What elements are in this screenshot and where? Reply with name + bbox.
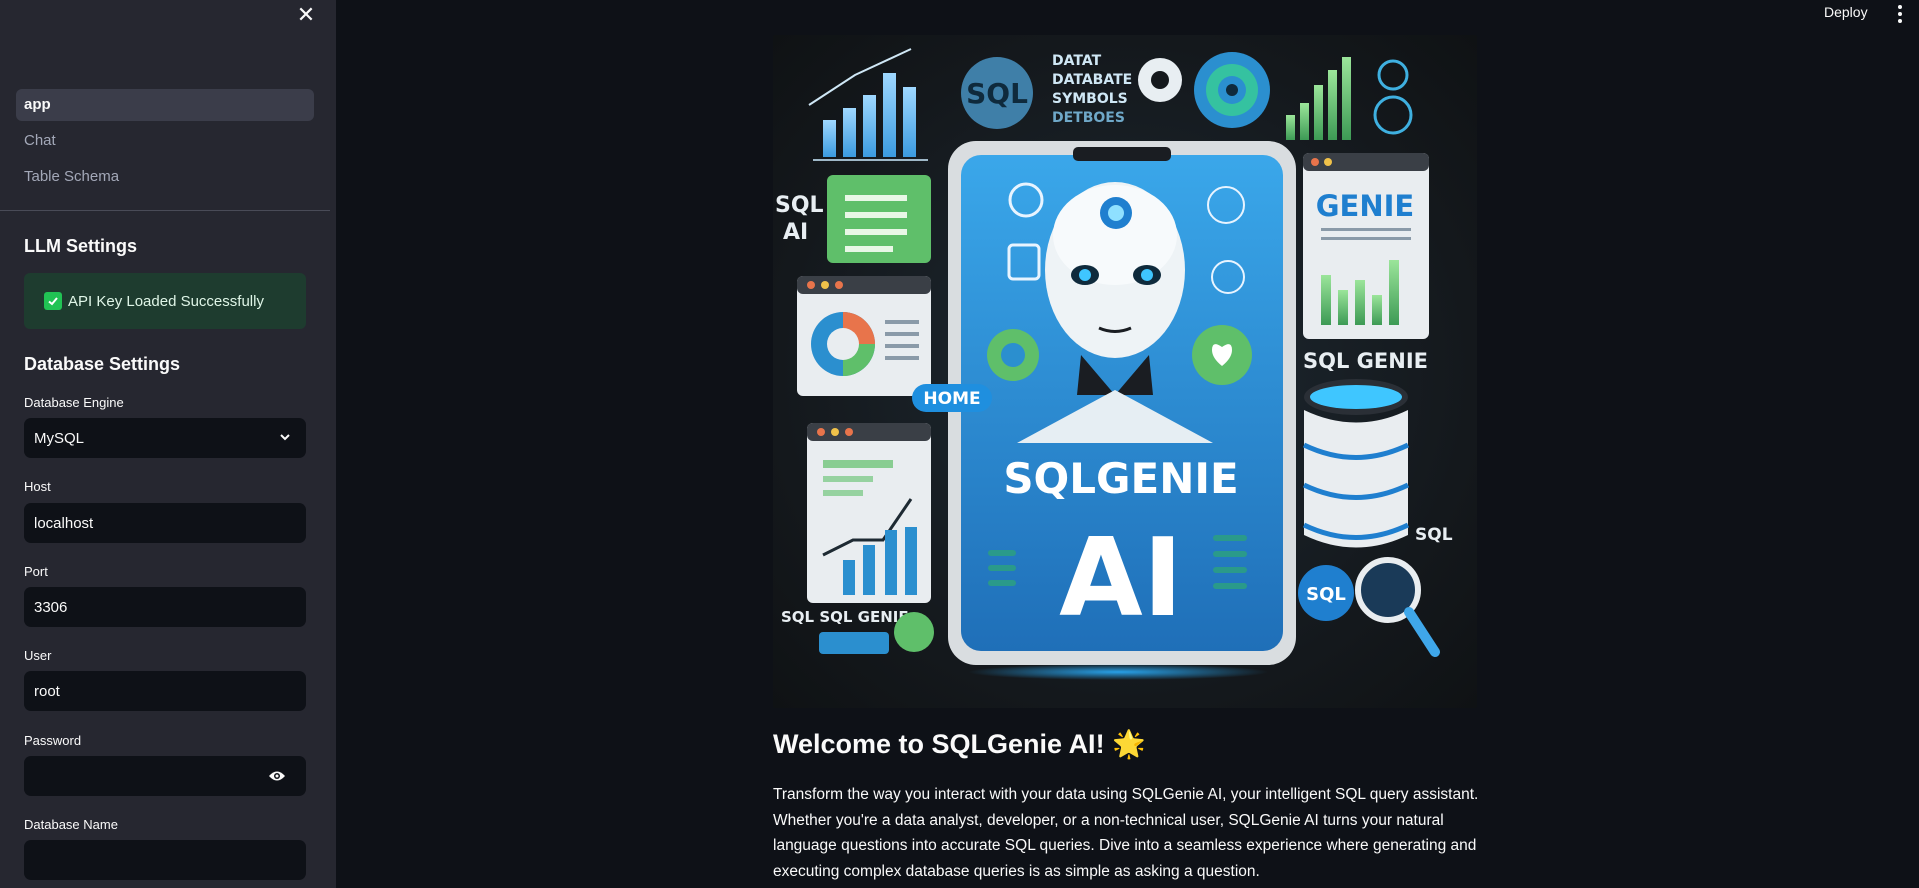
green-list-card (827, 175, 931, 263)
deploy-button[interactable]: Deploy (1824, 4, 1868, 20)
svg-text:SQL: SQL (775, 193, 824, 218)
intro-line: Transform the way you interact with your… (773, 786, 1479, 803)
sidebar-item-chat[interactable]: Chat (16, 125, 314, 157)
password-input[interactable] (24, 756, 306, 796)
api-key-status-alert: API Key Loaded Successfully (24, 273, 306, 329)
welcome-title: Welcome to SQLGenie AI! 🌟 (773, 729, 1146, 759)
database-engine-label: Database Engine (24, 395, 124, 410)
api-key-status-text: API Key Loaded Successfully (68, 292, 264, 310)
svg-text:SQL: SQL (1306, 584, 1346, 605)
home-badge: HOME (912, 384, 992, 412)
password-label: Password (24, 733, 82, 748)
database-name-label: Database Name (24, 817, 118, 832)
sql-circle-icon: SQL (961, 57, 1033, 129)
sql-magnifier-icon: SQL (1298, 557, 1440, 657)
database-engine-value: MySQL (34, 429, 85, 447)
chevron-down-icon (278, 430, 292, 448)
database-stack-icon (1302, 379, 1410, 548)
llm-settings-title: LLM Settings (24, 236, 137, 256)
bottom-green-circle (894, 612, 934, 652)
host-input[interactable]: localhost (24, 503, 306, 543)
sidebar-nav: app Chat Table Schema (16, 89, 314, 197)
gear-icon (1138, 58, 1182, 102)
svg-text:AI: AI (783, 220, 808, 245)
sql-bottom-label: SQL SQL GENIE (781, 608, 909, 626)
donut-chart-card (797, 276, 931, 396)
host-label: Host (24, 479, 51, 494)
top-text-block: DATAT DATABATE SYMBOLS DETBOES (1052, 53, 1132, 126)
sql-side-label: SQL (1415, 525, 1453, 545)
user-label: User (24, 648, 52, 663)
genie-card: GENIE (1303, 153, 1429, 339)
phone-graphic: SQLGENIE AI (948, 141, 1296, 665)
svg-text:SQL: SQL (966, 77, 1028, 110)
svg-text:DATABATE: DATABATE (1052, 72, 1132, 88)
svg-text:SYMBOLS: SYMBOLS (1052, 91, 1128, 107)
intro-line: executing complex database queries is as… (773, 863, 1260, 881)
user-input[interactable]: root (24, 671, 306, 711)
intro-line: language questions into accurate SQL que… (773, 837, 1477, 855)
sidebar-item-table-schema[interactable]: Table Schema (16, 161, 314, 193)
database-engine-select[interactable]: MySQL (24, 418, 306, 458)
svg-text:HOME: HOME (923, 389, 980, 409)
port-input[interactable]: 3306 (24, 587, 306, 627)
phone-title-text: SQLGENIE (1003, 454, 1238, 503)
port-label: Port (24, 564, 48, 579)
database-name-input[interactable] (24, 840, 306, 880)
eye-icon[interactable] (268, 769, 286, 787)
sidebar-item-app[interactable]: app (16, 89, 314, 121)
checkmark-icon (44, 292, 62, 310)
sql-ai-left-label: SQL AI (775, 193, 824, 245)
sidebar: ✕ app Chat Table Schema LLM Settings API… (0, 0, 336, 888)
svg-text:GENIE: GENIE (1316, 189, 1414, 223)
hero-image: SQL DATAT DATABATE SYMBOLS DETBOES SQL A… (773, 35, 1477, 708)
intro-line: Whether you're a data analyst, developer… (773, 811, 1444, 829)
bar-chart-graphic (808, 48, 928, 161)
green-bars-graphic (1286, 57, 1413, 140)
line-chart-card (807, 423, 931, 603)
phone-ai-text: AI (1059, 516, 1183, 641)
glow-graphic (968, 664, 1268, 680)
target-icon (1194, 52, 1270, 128)
close-sidebar-icon[interactable]: ✕ (296, 2, 316, 27)
sql-genie-side-label: SQL GENIE (1303, 349, 1428, 373)
database-settings-title: Database Settings (24, 354, 181, 374)
svg-text:DETBOES: DETBOES (1052, 110, 1125, 126)
svg-text:DATAT: DATAT (1052, 53, 1102, 69)
main-menu-icon[interactable] (1892, 4, 1908, 24)
bottom-badge-graphic (819, 632, 889, 654)
intro-paragraph: Transform the way you interact with your… (773, 782, 1493, 885)
sidebar-divider (0, 210, 330, 211)
